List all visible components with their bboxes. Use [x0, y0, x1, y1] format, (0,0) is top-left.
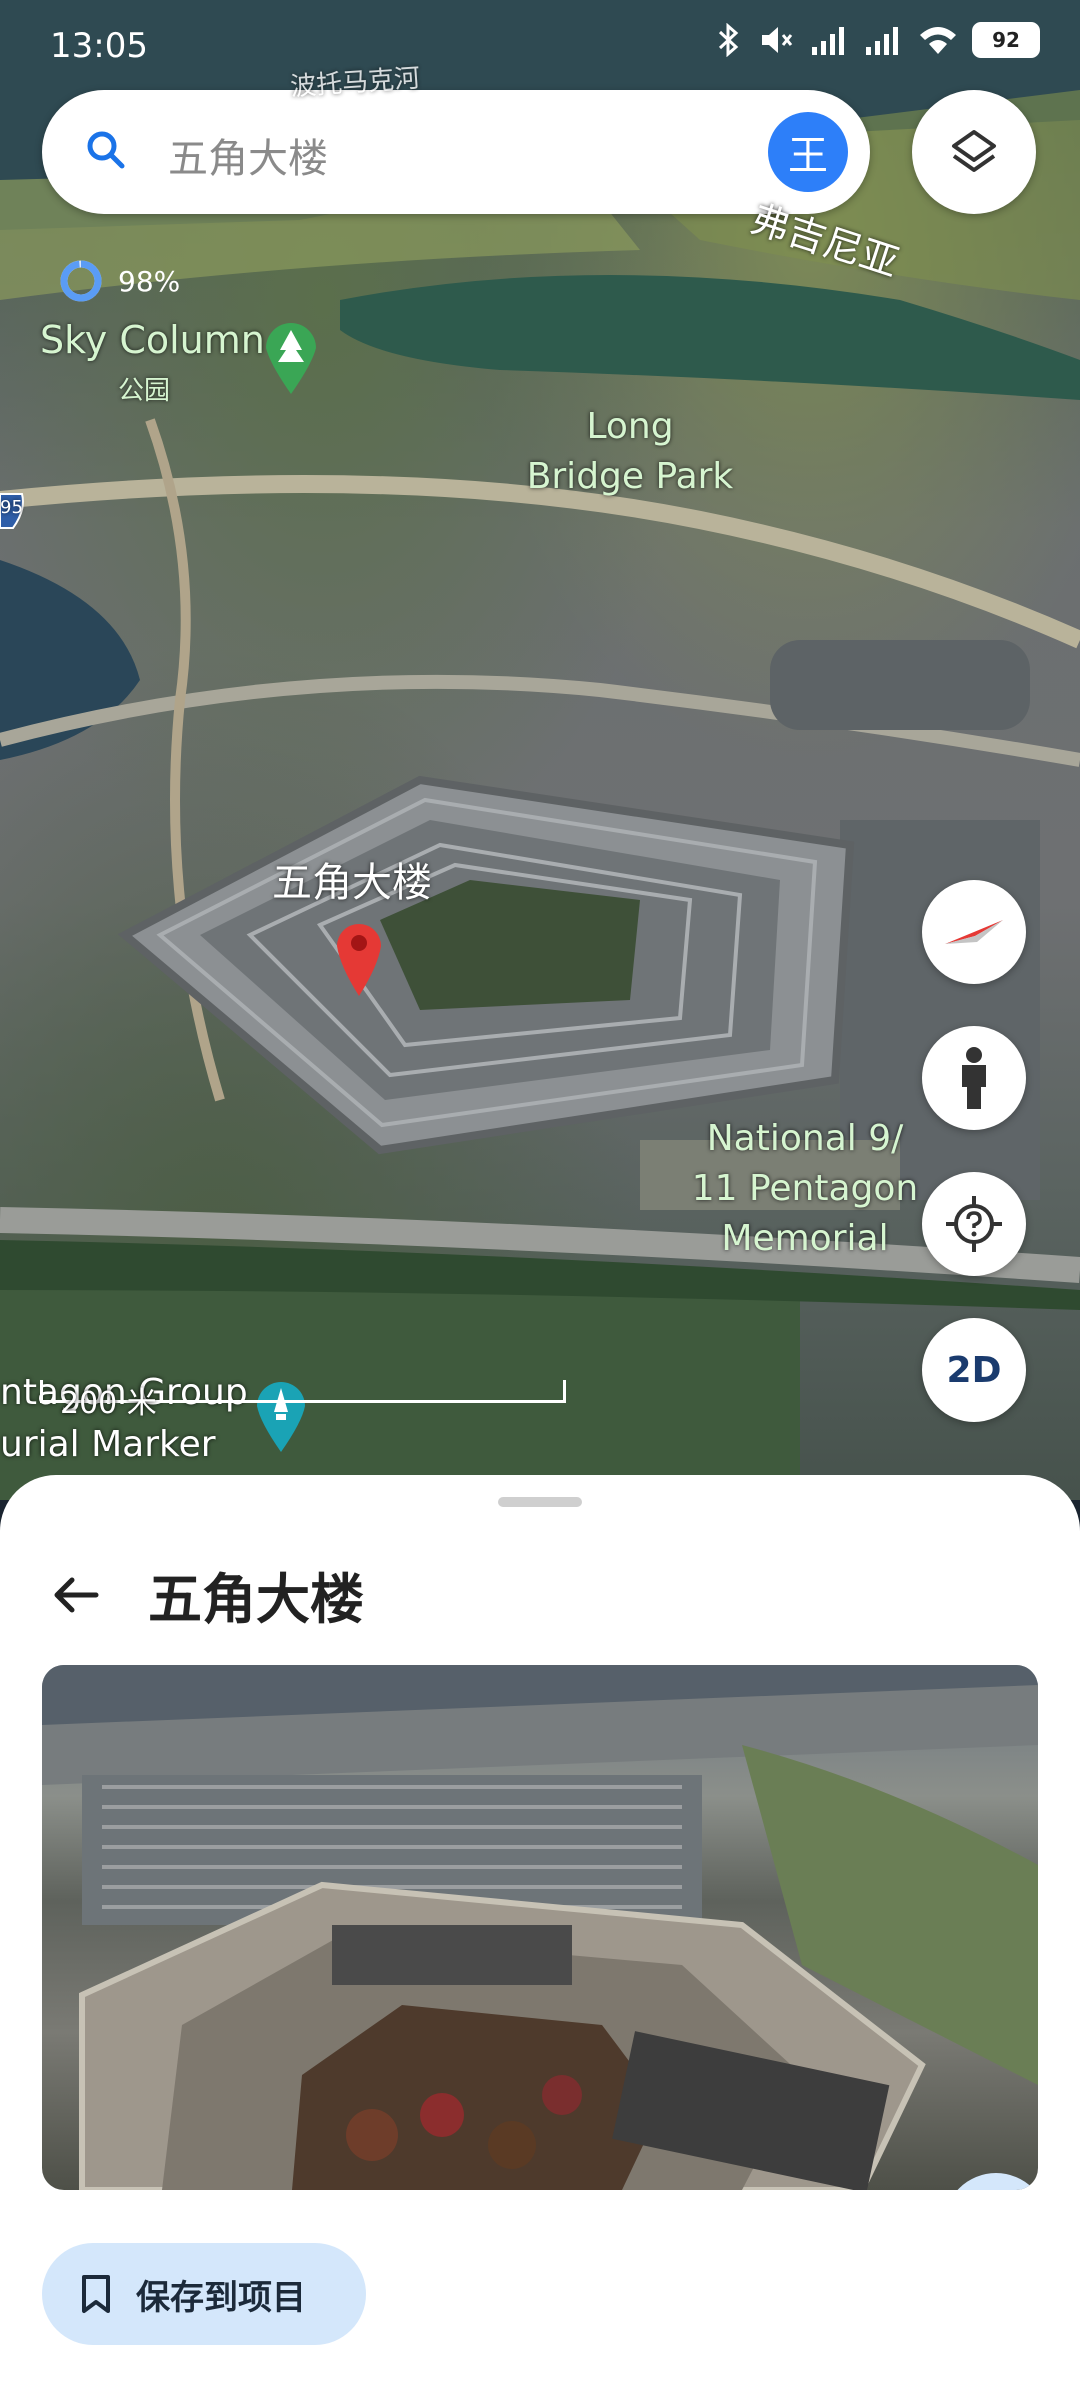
avatar[interactable]: 王 [768, 112, 848, 192]
save-button-label: 保存到项目 [136, 2277, 306, 2318]
location-pin-icon[interactable] [334, 918, 384, 998]
compass-button[interactable] [922, 880, 1026, 984]
drag-handle[interactable] [498, 1497, 582, 1507]
map-view[interactable] [0, 0, 1080, 1500]
place-label-pentagon[interactable]: 五角大楼 [272, 850, 432, 908]
place-label-line: Long [586, 406, 674, 447]
help-location-button[interactable] [922, 1172, 1026, 1276]
wifi-icon [920, 27, 956, 54]
place-label-line: 11 Pentagon [691, 1168, 919, 1209]
progress-ring-icon [60, 260, 102, 302]
place-label-long-bridge-park[interactable]: Long Bridge Park [520, 402, 740, 502]
park-pin-icon[interactable] [262, 318, 320, 396]
status-bar: 13:05 92 [0, 0, 1080, 90]
place-label-sky-column[interactable]: Sky Column [40, 318, 265, 362]
place-label-line: Bridge Park [526, 456, 734, 497]
search-input[interactable]: 五角大楼 [168, 126, 328, 184]
place-sheet: 五角大楼 保存到项目 [0, 1475, 1080, 2400]
layers-button[interactable] [912, 90, 1036, 214]
bookmark-icon [82, 2275, 110, 2313]
clock: 13:05 [50, 26, 148, 66]
toggle-2d-button[interactable]: 2D [922, 1318, 1026, 1422]
bluetooth-icon [718, 23, 739, 57]
signal-2-icon [866, 27, 898, 55]
signal-1-icon [812, 27, 844, 55]
aerial-imagery [0, 0, 1080, 1500]
highway-number: 95 [0, 497, 23, 518]
save-to-project-button[interactable]: 保存到项目 [42, 2243, 366, 2345]
back-arrow-icon[interactable] [46, 1565, 106, 1625]
battery-indicator: 92 [972, 22, 1040, 58]
photo-image [42, 1665, 1038, 2190]
loading-percent: 98% [118, 264, 181, 298]
place-photo[interactable] [42, 1665, 1038, 2190]
scale-label: 200 米 [60, 1386, 157, 1421]
search-bar[interactable]: 五角大楼 王 [42, 90, 870, 214]
place-label-memorial[interactable]: National 9/ 11 Pentagon Memorial [690, 1114, 920, 1264]
pegman-icon [962, 1047, 986, 1109]
loading-indicator: 98% [58, 258, 180, 304]
help-location-icon [946, 1196, 1002, 1252]
mute-icon [762, 27, 793, 53]
place-title: 五角大楼 [148, 1568, 364, 1631]
layers-icon [952, 130, 996, 172]
street-view-button[interactable] [922, 1026, 1026, 1130]
place-label-line: Memorial [721, 1218, 889, 1259]
place-label-line: National 9/ [706, 1118, 904, 1159]
place-sublabel-park: 公园 [118, 376, 171, 406]
place-label-group-2[interactable]: urial Marker [0, 1424, 216, 1465]
status-icons: 92 [714, 22, 1040, 58]
search-icon [87, 131, 125, 169]
compass-icon [945, 920, 1003, 944]
